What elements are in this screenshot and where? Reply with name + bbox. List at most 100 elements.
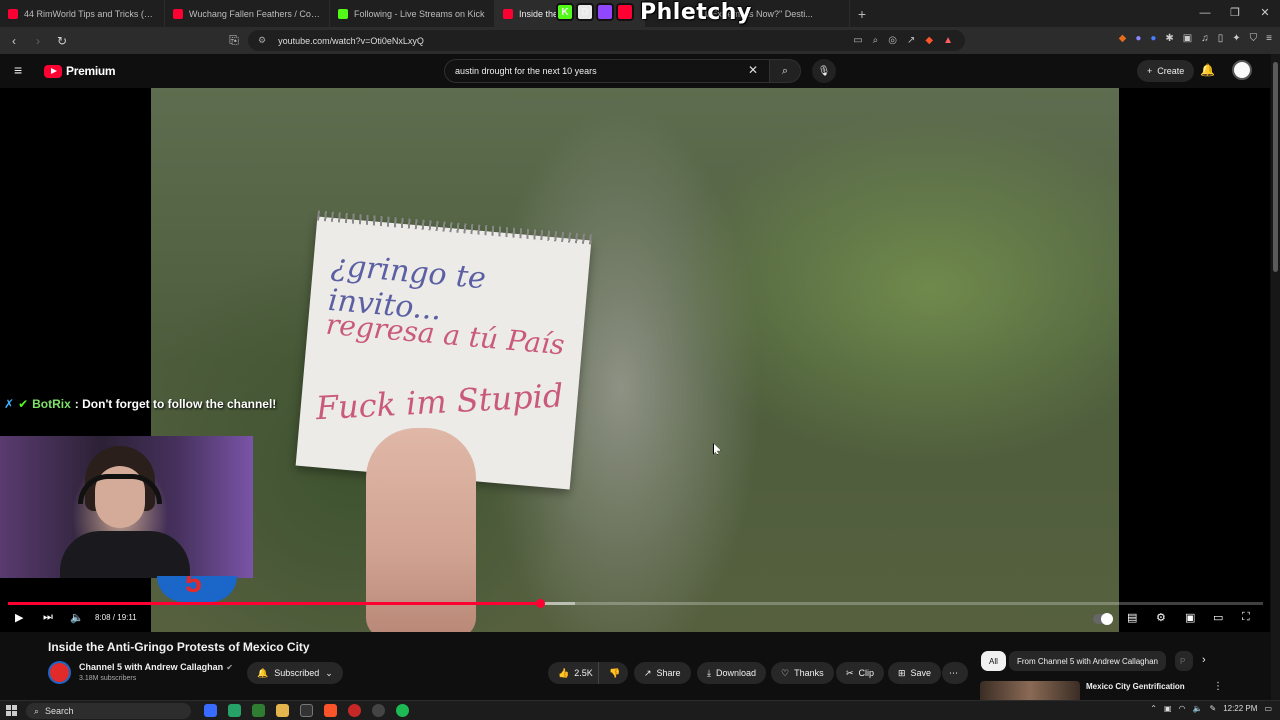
sign-text-line3: Fuck im Stupid [314,376,565,428]
subscribed-button[interactable]: 🔔 Subscribed ⌄ [247,662,343,684]
record-app-icon[interactable] [348,704,361,717]
like-button[interactable]: 👍 2.5K [548,662,598,684]
browser-menu-icon[interactable]: ≡ [1266,33,1272,44]
chip-more[interactable]: P [1175,651,1193,671]
close-icon[interactable]: ✕ [1250,0,1280,27]
address-bar[interactable]: ⚙ youtube.com/watch?v=Oti0eNxLxyQ ▭ ⌕ ◎ … [248,30,965,51]
recommendation-title[interactable]: Mexico City Gentrification [1086,682,1185,691]
search-button[interactable]: ⌕ [769,59,801,83]
thanks-button[interactable]: ♡ Thanks [771,662,834,684]
channel-name[interactable]: Channel 5 with Andrew Callaghan ✔ [79,662,233,672]
speaker-icon[interactable]: 🔈 [1193,704,1203,713]
youtube-premium-logo[interactable]: Premium [44,64,116,78]
share-button[interactable]: ↗ Share [634,662,691,684]
video-player[interactable]: ¿gringo te invito... regresa a tú País F… [0,88,1270,632]
twitch-badge-icon [596,3,614,21]
download-button[interactable]: ⤓ Download [697,662,767,684]
browser-tab-2[interactable]: Wuchang Fallen Feathers / Comman... [165,0,330,27]
pen-icon[interactable]: ✎ [1209,704,1216,713]
windows-start-icon[interactable] [6,705,17,716]
hamburger-menu-icon[interactable]: ≡ [14,63,28,77]
zoom-icon[interactable]: ⌕ [873,35,879,46]
extension-fox-icon[interactable]: ◆ [1119,33,1127,44]
cast-icon[interactable]: ▭ [853,35,862,46]
chip-from-channel[interactable]: From Channel 5 with Andrew Callaghan [1009,651,1166,671]
autoplay-toggle[interactable] [1093,613,1113,625]
forward-arrow-icon[interactable]: › [28,34,48,48]
account-avatar[interactable] [1232,60,1252,80]
new-tab-button[interactable]: + [850,6,874,22]
next-icon[interactable]: ⏭ [43,611,53,624]
search-icon: ⌕ [781,64,789,77]
search-input[interactable]: austin drought for the next 10 years [444,59,769,83]
sidebar-toggle-icon[interactable]: ▯ [1218,33,1224,44]
channel-avatar[interactable] [48,661,71,684]
scrollbar-thumb[interactable] [1273,62,1278,272]
kick-favicon-icon [338,8,348,19]
subtitles-icon[interactable]: ▤ [1127,611,1137,624]
theater-mode-icon[interactable]: ▭ [1213,611,1223,624]
url-text: youtube.com/watch?v=Oti0eNxLxyQ [278,35,424,46]
chips-next-chevron-icon[interactable]: › [1202,654,1206,666]
voice-search-button[interactable]: 🎙 [812,59,836,83]
copilot-app-icon[interactable] [204,704,217,717]
calendar-app-icon[interactable] [252,704,265,717]
extension-screen-icon[interactable]: ▣ [1183,33,1192,44]
spotify-app-icon[interactable] [396,704,409,717]
terminal-app-icon[interactable] [300,704,313,717]
scissors-icon: ✂ [846,667,854,678]
stream-chat-message: ✗ ✔ BotRix : Don't forget to follow the … [4,397,276,411]
streamer-webcam [0,436,253,578]
clock[interactable]: 12:22 PM [1223,704,1257,713]
page-action-icon[interactable]: ◎ [888,35,897,46]
settings-gear-icon[interactable]: ⚙ [1156,611,1166,624]
taskbar-search[interactable]: ⌕ Search [26,703,191,719]
save-button[interactable]: ⊞ Save [888,662,942,684]
volume-icon[interactable]: 🔈 [70,611,84,624]
media-controls-icon[interactable]: ♫ [1201,33,1209,44]
clip-button[interactable]: ✂ Clip [836,662,885,684]
pinned-app-icon[interactable] [228,704,241,717]
bookmark-icon[interactable]: ⎘ [224,33,244,48]
wifi-icon[interactable]: ◠ [1179,704,1186,713]
create-button[interactable]: + Create [1137,60,1195,82]
browser-tab-1[interactable]: 44 RimWorld Tips and Tricks (No Ha... [0,0,165,27]
brave-rewards-icon[interactable]: ▲ [943,35,953,46]
extension-wallet-icon[interactable]: ● [1135,33,1141,44]
page-scrollbar[interactable] [1271,54,1280,700]
chip-all[interactable]: All [981,651,1006,671]
notifications-bell-icon[interactable]: 🔔 [1200,63,1215,77]
tray-app-icon[interactable]: ▣ [1164,704,1172,713]
brave-browser-icon[interactable] [324,704,337,717]
extension-blue-icon[interactable]: ● [1150,33,1156,44]
play-icon[interactable]: ▶ [15,611,23,624]
recommendation-menu-icon[interactable]: ⋮ [1213,681,1223,692]
vpn-shield-icon[interactable]: ⛉ [1250,33,1258,44]
browser-tab-3[interactable]: Following - Live Streams on Kick [330,0,495,27]
share-icon[interactable]: ↗ [907,35,915,46]
clear-search-icon[interactable]: ✕ [748,63,758,77]
extensions-puzzle-icon[interactable]: ✱ [1165,33,1173,44]
reload-icon[interactable]: ↻ [52,34,72,48]
video-frame[interactable]: ¿gringo te invito... regresa a tú País F… [151,88,1119,632]
miniplayer-icon[interactable]: ▣ [1185,611,1195,624]
restore-icon[interactable]: ❐ [1220,0,1250,27]
obs-app-icon[interactable] [372,704,385,717]
leo-ai-icon[interactable]: ✦ [1232,33,1240,44]
save-icon: ⊞ [898,667,906,678]
youtube-favicon-icon [173,8,183,19]
fullscreen-icon[interactable]: ⛶ [1242,611,1250,624]
file-explorer-icon[interactable] [276,704,289,717]
minimize-icon[interactable]: — [1190,0,1220,27]
video-title: Inside the Anti-Gringo Protests of Mexic… [48,640,310,654]
dislike-button[interactable]: 👎 [598,662,628,684]
back-arrow-icon[interactable]: ‹ [4,34,24,48]
more-dots-icon: ⋯ [949,667,958,678]
brave-shield-icon[interactable]: ◆ [925,35,933,46]
notification-center-icon[interactable]: ▭ [1264,704,1272,713]
channel-name-text: Channel 5 with Andrew Callaghan [79,662,224,672]
tray-chevron-icon[interactable]: ⌃ [1150,704,1157,713]
progress-bar[interactable] [8,599,1263,608]
more-actions-button[interactable]: ⋯ [942,662,968,684]
site-info-icon[interactable]: ⚙ [258,35,266,46]
